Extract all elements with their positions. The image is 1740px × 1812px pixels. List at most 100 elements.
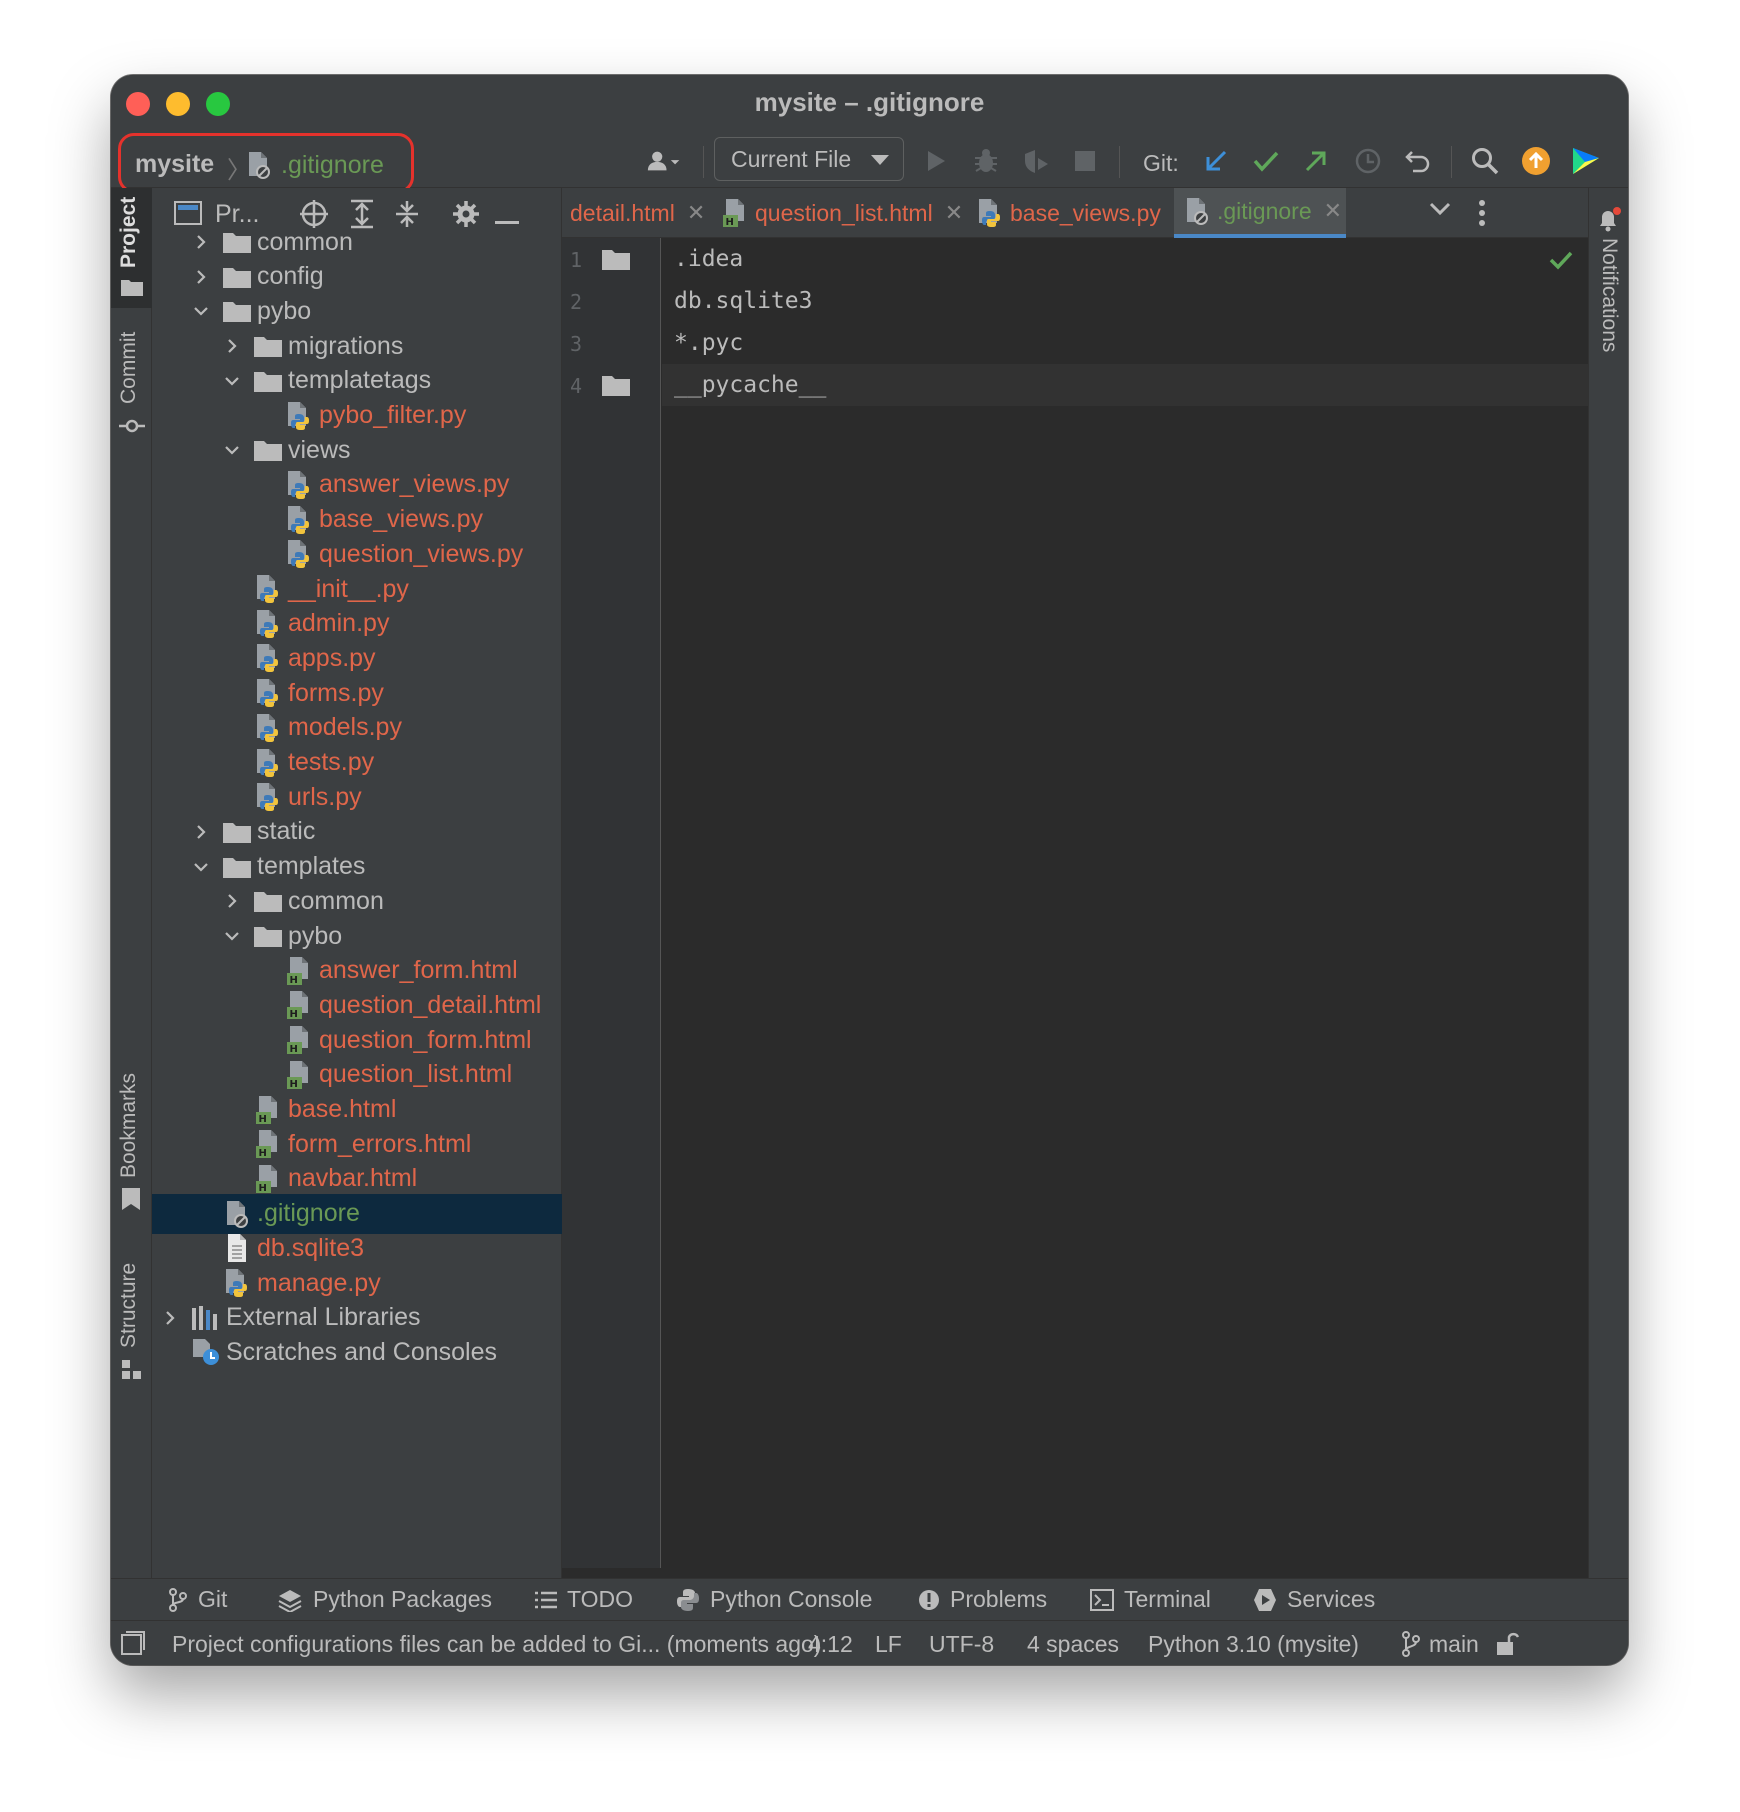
run-icon[interactable] (919, 144, 953, 178)
debug-icon[interactable] (969, 144, 1003, 178)
html-file-icon: H (253, 1095, 283, 1125)
notifications-bell-icon[interactable] (1596, 206, 1622, 237)
close-tab-icon[interactable]: ✕ (687, 200, 705, 226)
tab-gitignore[interactable]: .gitignore ✕ (1174, 188, 1346, 238)
close-tab-icon[interactable]: ✕ (945, 200, 963, 226)
structure-tool-tab[interactable]: Structure (111, 1248, 152, 1398)
indent-setting[interactable]: 4 spaces (1027, 1631, 1119, 1658)
python-packages-tool-label: Python Packages (313, 1586, 493, 1612)
chevron-right-icon[interactable] (163, 1310, 177, 1325)
unlock-icon[interactable] (1495, 1630, 1520, 1661)
chevron-down-icon[interactable] (194, 304, 208, 318)
line-separator[interactable]: LF (875, 1631, 902, 1658)
services-tool-button[interactable]: Services (1253, 1586, 1375, 1613)
tree-item-label: External Libraries (226, 1303, 421, 1332)
tree-item-label: .gitignore (257, 1199, 360, 1228)
bookmarks-tool-tab[interactable]: Bookmarks (111, 1068, 152, 1228)
bookmark-icon (122, 1188, 140, 1216)
chevron-down-icon[interactable] (225, 443, 239, 457)
todo-tool-button[interactable]: TODO (535, 1586, 633, 1613)
file-encoding[interactable]: UTF-8 (929, 1631, 994, 1658)
caret-position[interactable]: 4:12 (808, 1631, 853, 1658)
problems-icon (918, 1589, 940, 1611)
code-line[interactable]: *.pyc (674, 330, 743, 356)
code-line[interactable]: db.sqlite3 (674, 288, 812, 314)
no-problems-check-icon[interactable] (1549, 250, 1573, 275)
html-file-icon: H (284, 1025, 314, 1055)
run-config-select[interactable]: Current File (714, 137, 904, 181)
python-file-icon (253, 782, 283, 812)
chevron-right-icon[interactable] (225, 339, 239, 353)
tab-label: question_list.html (755, 199, 933, 226)
commit-tool-tab[interactable]: Commit (111, 328, 152, 448)
git-tool-button[interactable]: Git (168, 1586, 227, 1613)
tab-list-chevron-icon[interactable] (1429, 202, 1451, 221)
git-update-icon[interactable] (1199, 144, 1233, 178)
html-file-icon: H (284, 990, 314, 1020)
folder-icon (253, 366, 283, 396)
chevron-right-icon[interactable] (194, 825, 208, 839)
todo-tool-label: TODO (567, 1586, 634, 1612)
close-tab-icon[interactable]: ✕ (1324, 198, 1342, 224)
svg-text:H: H (259, 1148, 267, 1159)
tab-base-views-py[interactable]: base_views.py✕ (967, 188, 1191, 238)
rollback-icon[interactable] (1401, 144, 1435, 178)
tree-item-label: question_views.py (319, 539, 524, 568)
svg-text:H: H (726, 217, 734, 228)
tab-question-list-html[interactable]: Hquestion_list.html ✕ (712, 188, 963, 238)
chevron-down-icon[interactable] (225, 929, 239, 943)
python-file-icon (284, 539, 314, 569)
breadcrumb-project[interactable]: mysite (135, 150, 214, 179)
user-icon[interactable] (647, 144, 681, 178)
right-tool-stripe: Notifications (1588, 188, 1628, 1588)
line-number: 2 (570, 290, 583, 314)
git-push-icon[interactable] (1299, 144, 1333, 178)
coverage-icon[interactable] (1019, 144, 1053, 178)
line-number: 4 (570, 374, 583, 398)
python-packages-tool-button[interactable]: Python Packages (277, 1586, 492, 1613)
python-file-icon (284, 470, 314, 500)
notifications-tool-label[interactable]: Notifications (1597, 238, 1621, 352)
update-available-icon[interactable] (1519, 144, 1553, 178)
folder-icon (222, 227, 252, 257)
jetbrains-logo-icon[interactable] (1569, 144, 1603, 178)
toggle-tool-windows-icon[interactable] (121, 1631, 145, 1660)
tab-label: detail.html (570, 199, 675, 226)
python-console-tool-button[interactable]: Python Console (676, 1586, 872, 1613)
git-branch[interactable]: main (1429, 1631, 1479, 1658)
chevron-down-icon[interactable] (194, 860, 208, 874)
tree-item-label: templatetags (288, 366, 432, 395)
git-tool-label: Git (198, 1586, 228, 1612)
tree-item-label: common (257, 227, 353, 256)
gitignore-file-icon (222, 1199, 252, 1229)
terminal-tool-button[interactable]: Terminal (1090, 1586, 1211, 1613)
tree-item-label: Scratches and Consoles (226, 1337, 497, 1366)
breadcrumb-file[interactable]: .gitignore (281, 151, 384, 180)
code-line[interactable]: __pycache__ (674, 372, 826, 398)
chevron-right-icon[interactable] (225, 894, 239, 909)
project-tool-tab[interactable]: Project (111, 188, 152, 308)
chevron-right-icon[interactable] (194, 235, 208, 249)
python-interpreter[interactable]: Python 3.10 (mysite) (1148, 1631, 1359, 1658)
layers-icon (277, 1588, 303, 1612)
history-icon[interactable] (1351, 144, 1385, 178)
status-message[interactable]: Project configurations files can be adde… (172, 1631, 821, 1658)
gitignore-file-icon (1182, 196, 1212, 226)
folder-icon (222, 262, 252, 292)
tree-item[interactable]: Scratches and Consoles (152, 1332, 562, 1372)
svg-text:H: H (290, 975, 298, 986)
tab-detail-html[interactable]: detail.html ✕ (562, 188, 706, 238)
git-commit-icon[interactable] (1249, 144, 1283, 178)
html-file-icon: H (284, 956, 314, 986)
search-icon[interactable] (1468, 144, 1502, 178)
chevron-down-icon[interactable] (225, 374, 239, 388)
problems-tool-button[interactable]: Problems (918, 1586, 1047, 1613)
code-line[interactable]: .idea (674, 246, 743, 272)
code-editor[interactable]: .idea db.sqlite3 *.pyc __pycache__ (662, 238, 1588, 1568)
tree-item-label: migrations (288, 331, 404, 360)
stop-icon[interactable] (1068, 144, 1102, 178)
main-toolbar: mysite 〉 .gitignore Current File Git: (111, 130, 1628, 193)
more-vertical-icon[interactable] (1478, 200, 1486, 231)
services-tool-label: Services (1287, 1586, 1376, 1612)
chevron-right-icon[interactable] (194, 269, 208, 284)
